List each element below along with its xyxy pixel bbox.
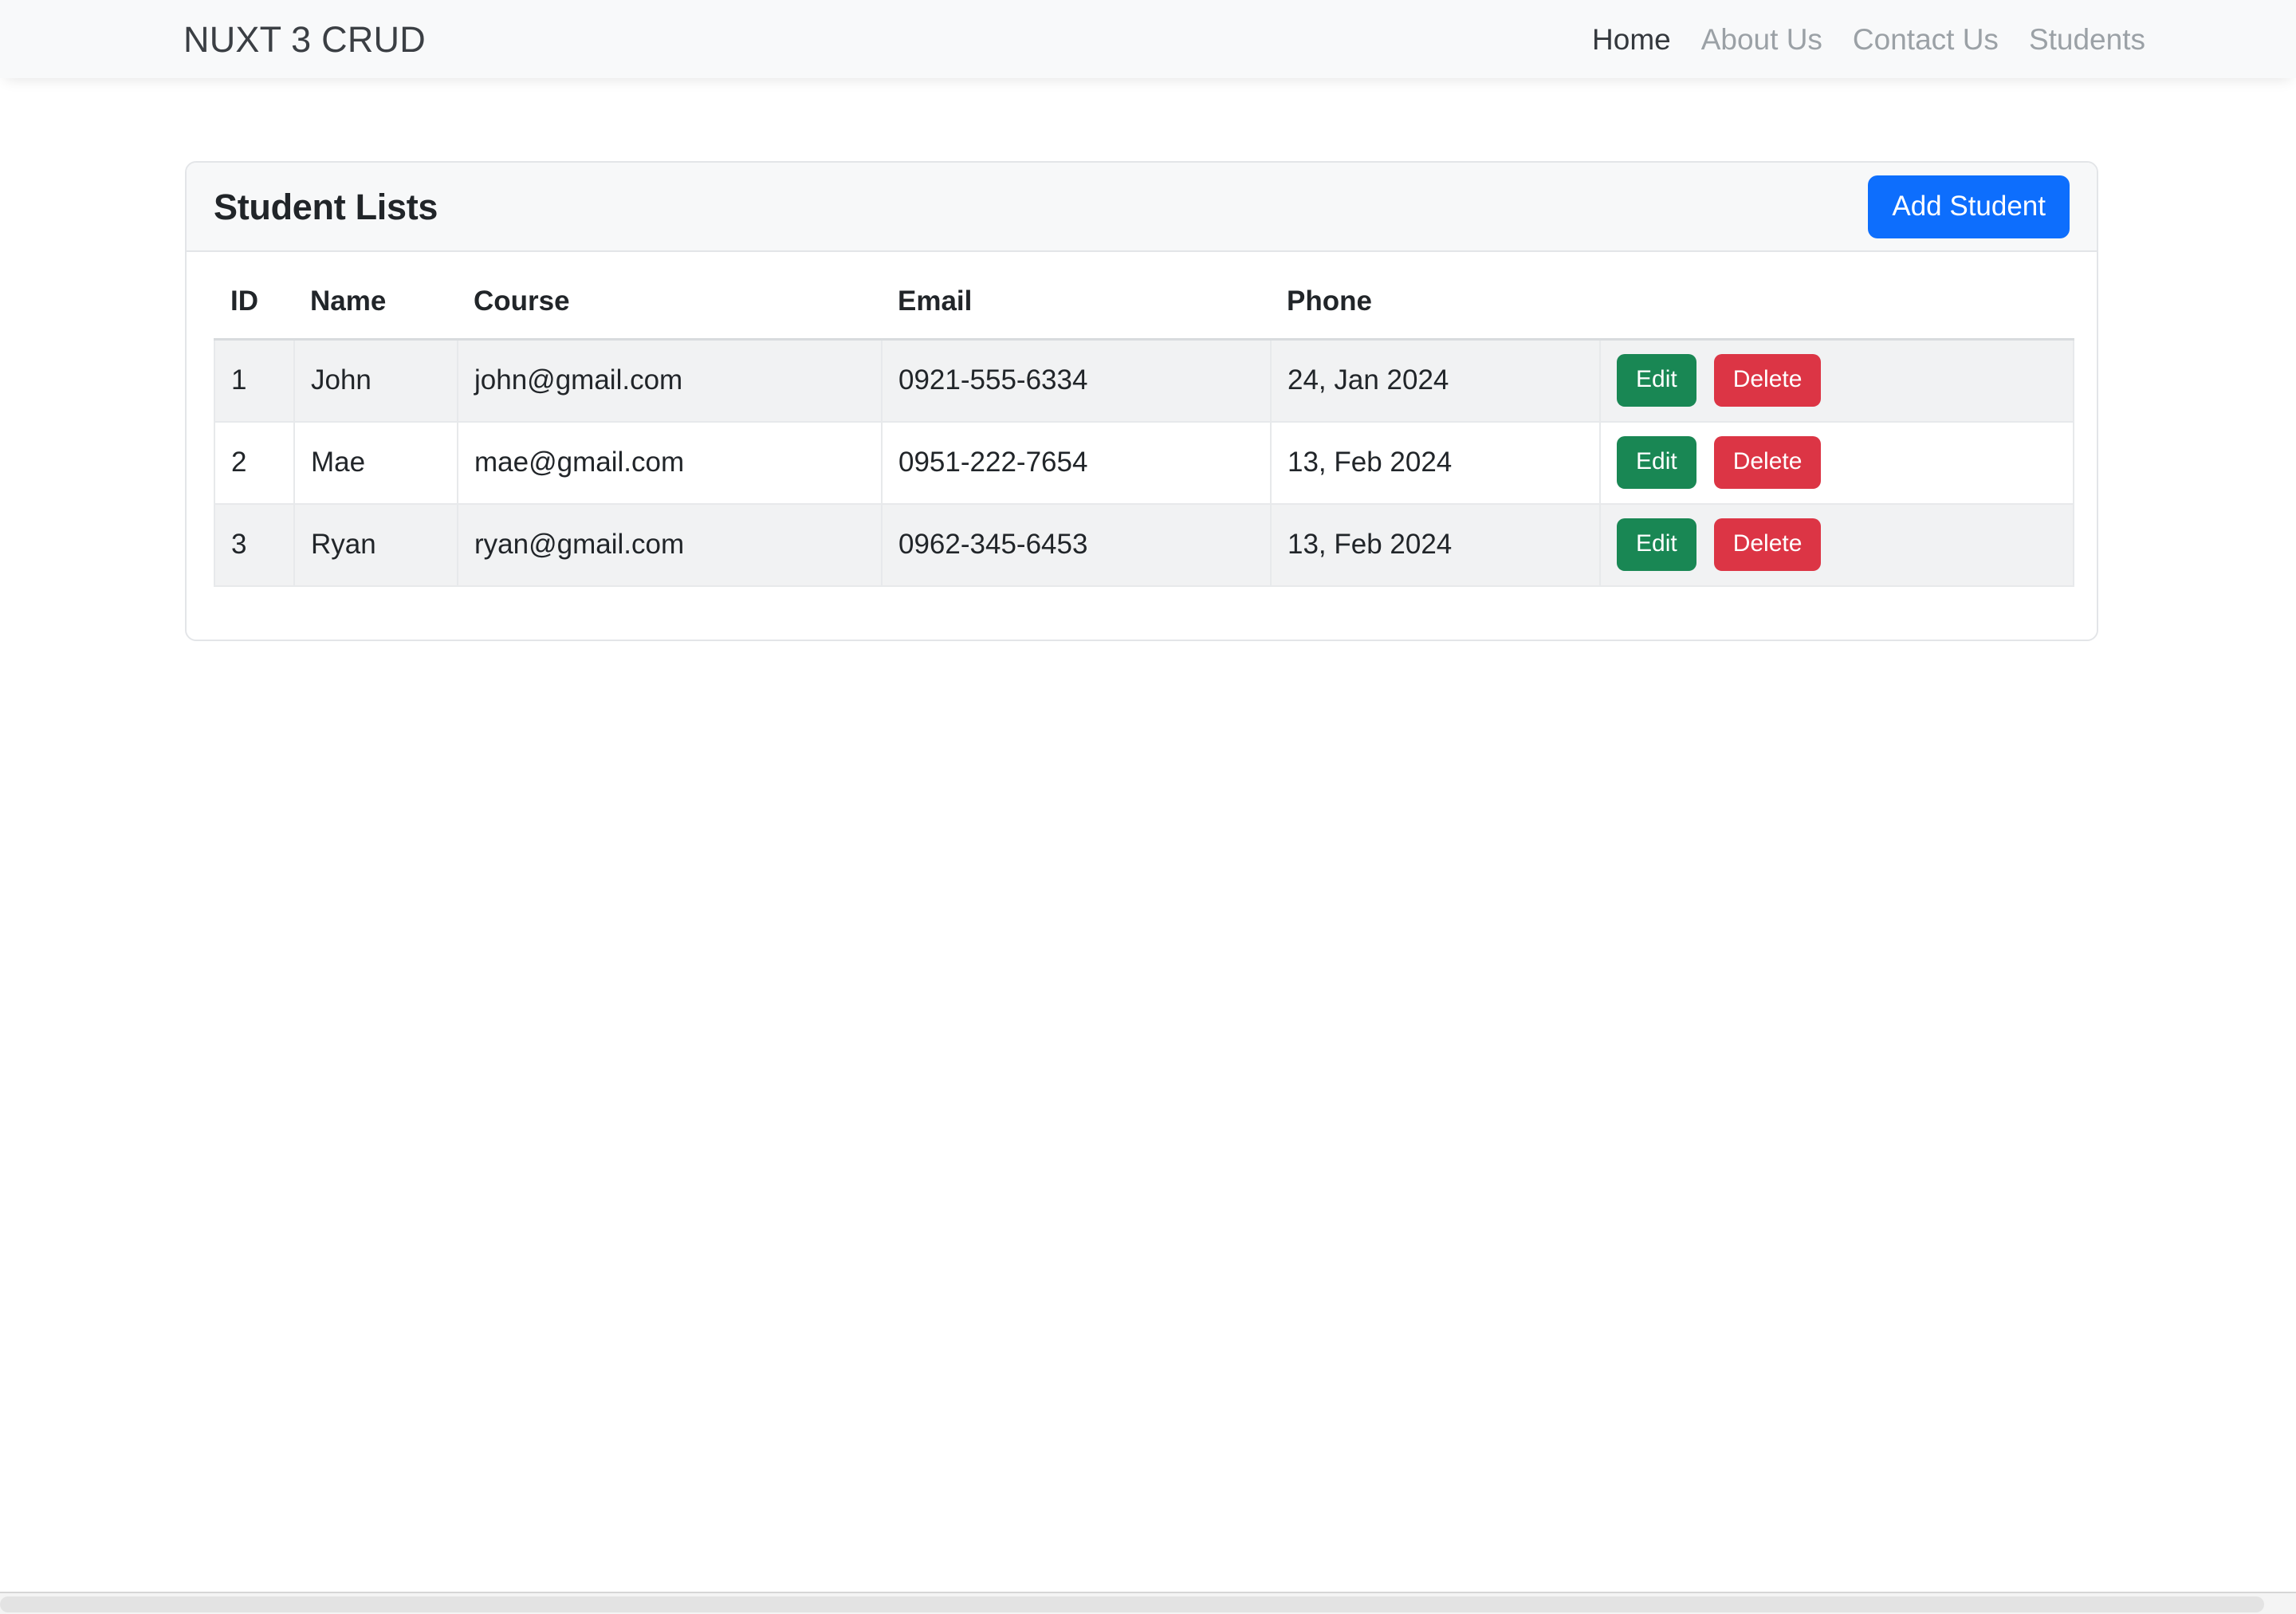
cell-id: 3 — [214, 502, 295, 587]
table-row: 3 Ryan ryan@gmail.com 0962-345-6453 13, … — [214, 502, 2074, 587]
delete-button[interactable]: Delete — [1713, 518, 1822, 571]
nav-link-about-us[interactable]: About Us — [1686, 25, 1838, 54]
delete-button[interactable]: Delete — [1713, 436, 1822, 489]
cell-course: ryan@gmail.com — [457, 502, 883, 587]
cell-actions: Edit Delete — [1599, 338, 2074, 423]
card-body: ID Name Course Email Phone 1 John john@g… — [187, 252, 2097, 640]
cell-phone: 13, Feb 2024 — [1270, 420, 1601, 505]
nav-link-students[interactable]: Students — [2014, 25, 2160, 54]
brand-logo-link[interactable]: NUXT 3 CRUD — [183, 22, 426, 57]
add-student-button[interactable]: Add Student — [1868, 175, 2070, 238]
table-head: ID Name Course Email Phone — [214, 274, 2074, 341]
table-row: 1 John john@gmail.com 0921-555-6334 24, … — [214, 338, 2074, 423]
primary-nav: Home About Us Contact Us Students — [1577, 25, 2160, 54]
cell-name: John — [293, 338, 458, 423]
student-lists-card: Student Lists Add Student ID Name Course… — [185, 161, 2098, 641]
content-container: Student Lists Add Student ID Name Course… — [185, 78, 2098, 641]
students-table: ID Name Course Email Phone 1 John john@g… — [214, 274, 2074, 587]
row-action-group: Edit Delete — [1617, 436, 2057, 489]
table-body: 1 John john@gmail.com 0921-555-6334 24, … — [214, 338, 2074, 587]
cell-course: mae@gmail.com — [457, 420, 883, 505]
horizontal-scrollbar-thumb[interactable] — [0, 1596, 2264, 1612]
row-action-group: Edit Delete — [1617, 354, 2057, 407]
delete-button[interactable]: Delete — [1713, 354, 1822, 407]
cell-email: 0921-555-6334 — [881, 338, 1272, 423]
page-title: Student Lists — [214, 186, 438, 227]
edit-button[interactable]: Edit — [1617, 436, 1696, 489]
edit-button[interactable]: Edit — [1617, 354, 1696, 407]
top-navbar: NUXT 3 CRUD Home About Us Contact Us Stu… — [0, 0, 2296, 78]
column-header-actions — [1600, 274, 2074, 341]
column-header-name: Name — [294, 274, 458, 341]
nav-link-home[interactable]: Home — [1577, 25, 1686, 54]
table-header-row: ID Name Course Email Phone — [214, 274, 2074, 341]
column-header-phone: Phone — [1271, 274, 1600, 341]
cell-actions: Edit Delete — [1599, 502, 2074, 587]
cell-course: john@gmail.com — [457, 338, 883, 423]
cell-phone: 13, Feb 2024 — [1270, 502, 1601, 587]
column-header-id: ID — [214, 274, 294, 341]
page-body: Student Lists Add Student ID Name Course… — [0, 78, 2296, 1614]
card-header: Student Lists Add Student — [187, 163, 2097, 252]
table-row: 2 Mae mae@gmail.com 0951-222-7654 13, Fe… — [214, 420, 2074, 505]
column-header-course: Course — [458, 274, 882, 341]
cell-actions: Edit Delete — [1599, 420, 2074, 505]
row-action-group: Edit Delete — [1617, 518, 2057, 571]
nav-link-contact-us[interactable]: Contact Us — [1838, 25, 2014, 54]
edit-button[interactable]: Edit — [1617, 518, 1696, 571]
cell-email: 0962-345-6453 — [881, 502, 1272, 587]
navbar-inner: NUXT 3 CRUD Home About Us Contact Us Stu… — [0, 22, 2296, 57]
cell-email: 0951-222-7654 — [881, 420, 1272, 505]
cell-name: Mae — [293, 420, 458, 505]
cell-phone: 24, Jan 2024 — [1270, 338, 1601, 423]
cell-name: Ryan — [293, 502, 458, 587]
column-header-email: Email — [882, 274, 1271, 341]
cell-id: 1 — [214, 338, 295, 423]
horizontal-scrollbar[interactable] — [0, 1592, 2296, 1614]
cell-id: 2 — [214, 420, 295, 505]
